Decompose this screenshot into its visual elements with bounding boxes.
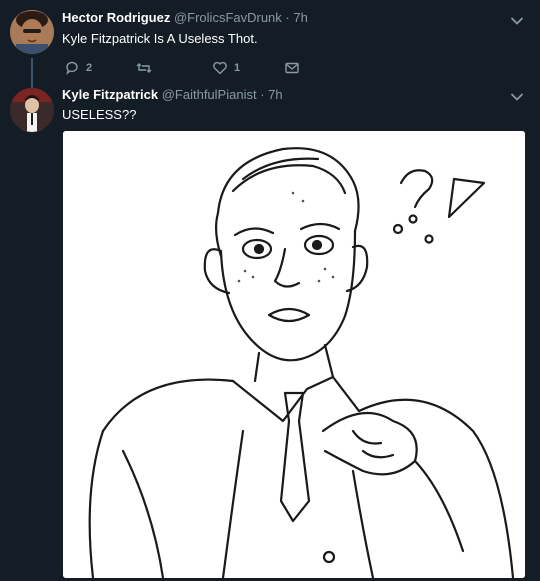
avatar-kyle-image — [10, 88, 54, 132]
tweet-text: USELESS?? — [62, 107, 137, 122]
chevron-down-icon[interactable] — [510, 14, 524, 28]
tweet-text: Kyle Fitzpatrick Is A Useless Thot. — [62, 31, 258, 46]
reply-icon — [66, 61, 78, 75]
like-button[interactable]: 1 — [212, 58, 240, 78]
like-count: 1 — [234, 62, 241, 74]
like-icon — [213, 61, 227, 75]
author-name[interactable]: Kyle Fitzpatrick — [62, 87, 158, 102]
avatar-hector-image — [10, 10, 54, 54]
tweet-time[interactable]: · 7h — [260, 87, 282, 102]
tweet-header: Hector Rodriguez @FrolicsFavDrunk · 7h — [62, 10, 308, 25]
tweet-hector[interactable]: Hector Rodriguez @FrolicsFavDrunk · 7h K… — [0, 0, 540, 88]
author-handle[interactable]: @FrolicsFavDrunk — [174, 10, 282, 25]
retweet-icon — [136, 63, 152, 73]
chevron-down-icon[interactable] — [510, 90, 524, 104]
sketch-illustration — [63, 131, 525, 578]
message-icon — [285, 62, 299, 74]
author-name[interactable]: Hector Rodriguez — [62, 10, 170, 25]
tweet-time[interactable]: · 7h — [285, 10, 307, 25]
avatar-kyle[interactable] — [10, 88, 54, 132]
reply-button[interactable]: 2 — [64, 58, 92, 78]
tweet-actions: 2 1 — [62, 58, 322, 78]
message-button[interactable] — [284, 58, 306, 78]
retweet-button[interactable] — [136, 58, 158, 78]
avatar-hector[interactable] — [10, 10, 54, 54]
reply-count: 2 — [86, 62, 93, 74]
tweet-header: Kyle Fitzpatrick @FaithfulPianist · 7h — [62, 87, 283, 102]
author-handle[interactable]: @FaithfulPianist — [162, 87, 257, 102]
tweet-media-image[interactable] — [63, 131, 525, 578]
